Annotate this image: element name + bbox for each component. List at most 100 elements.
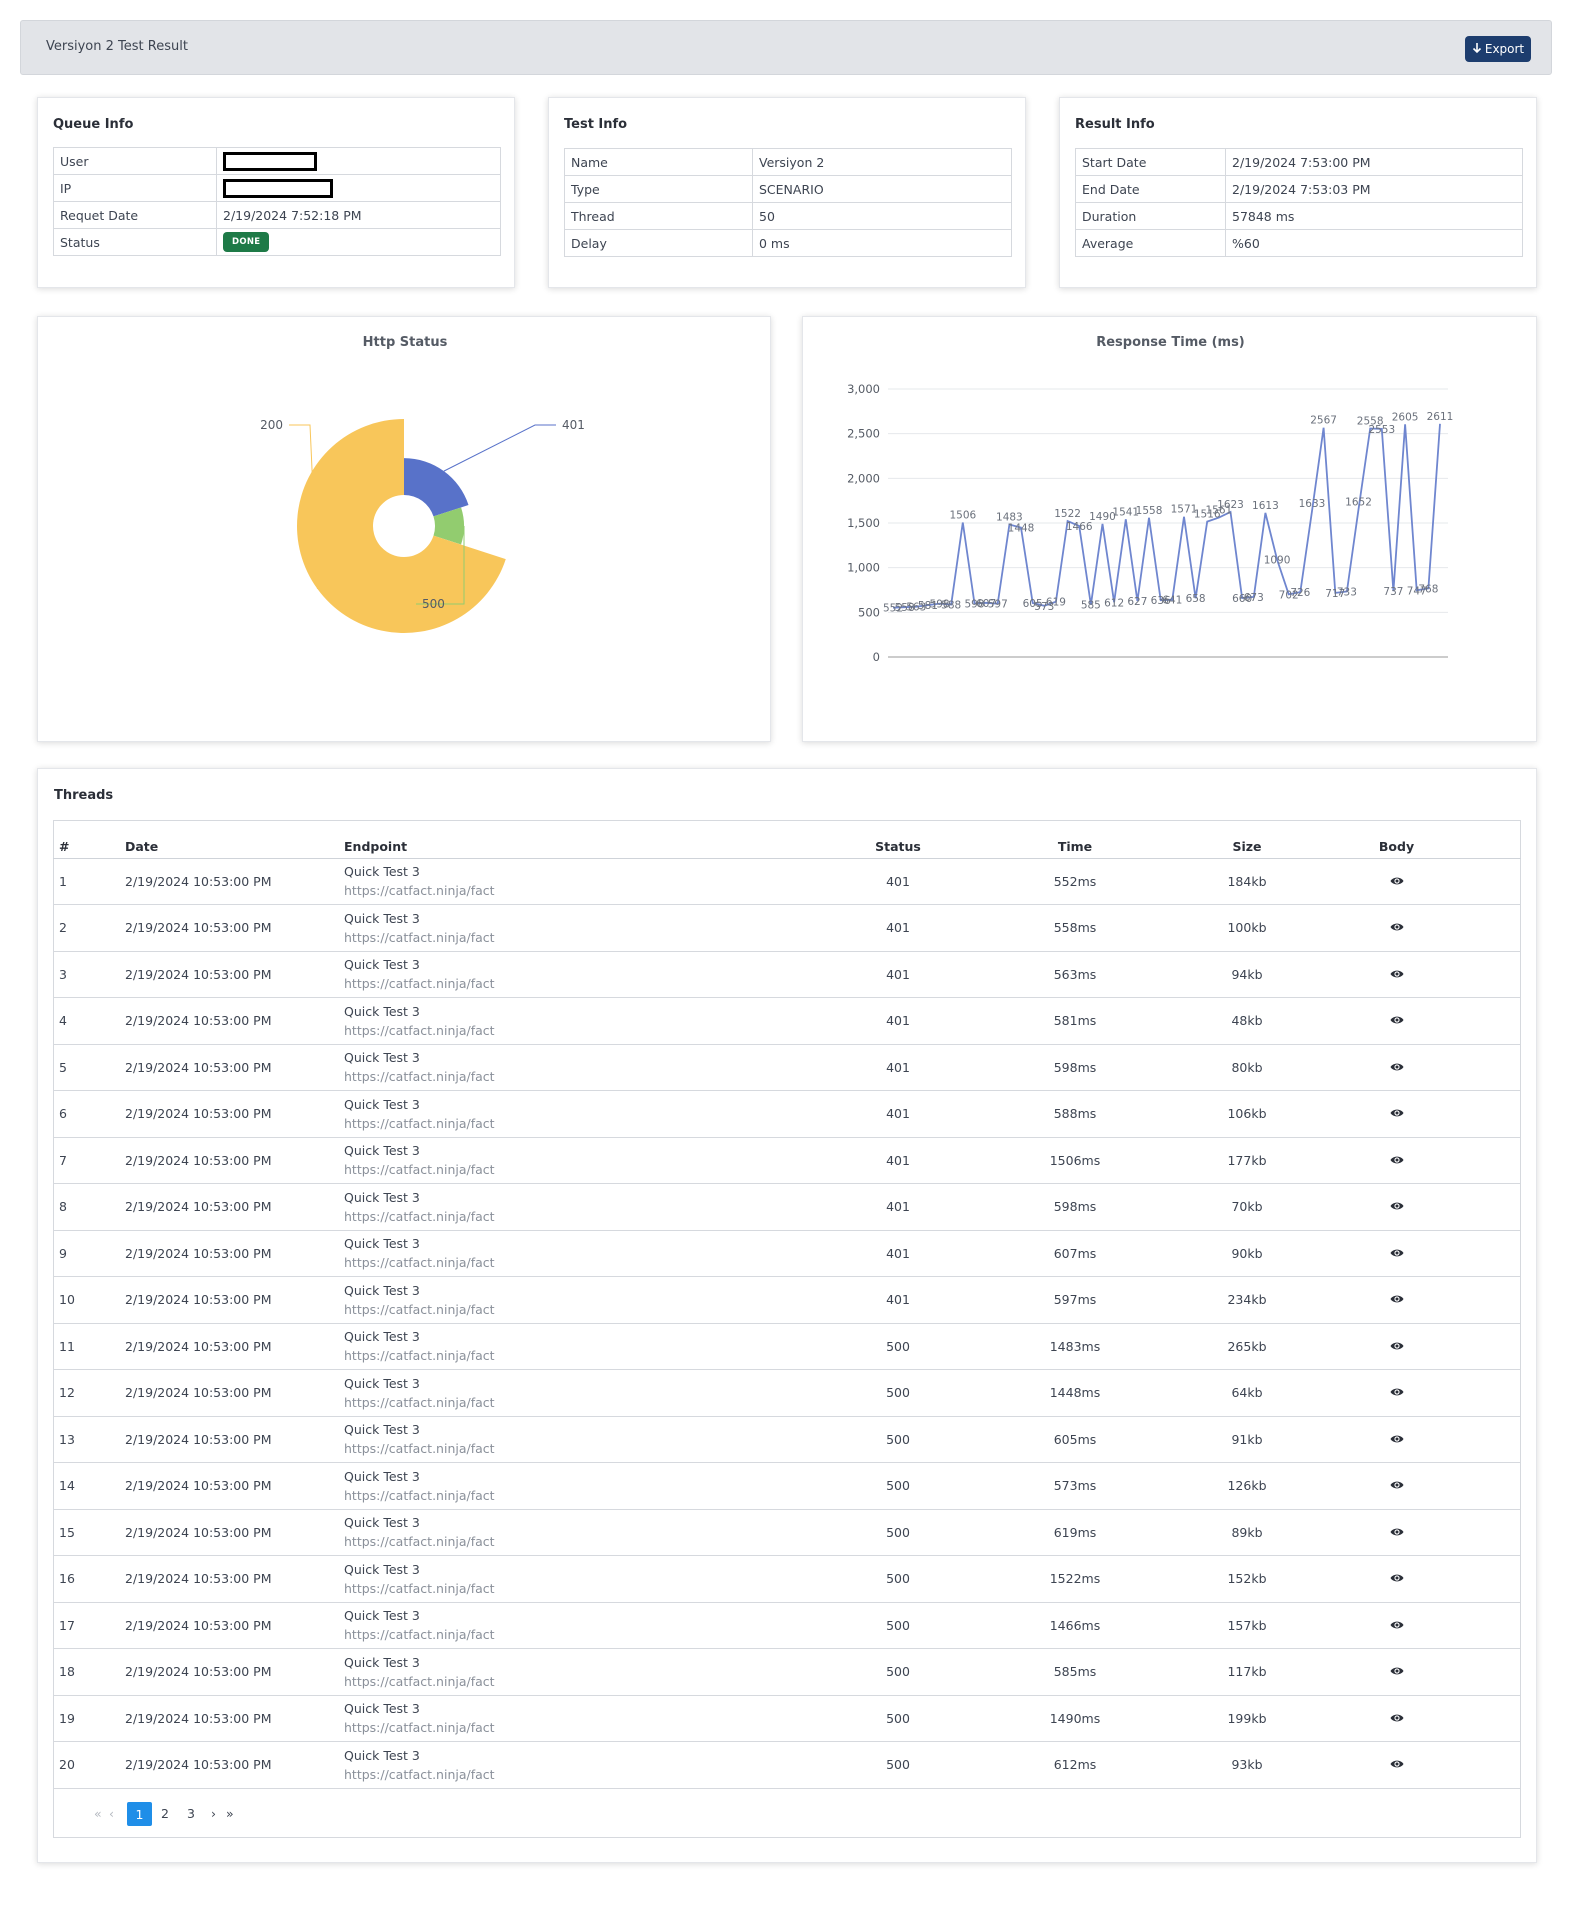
- eye-icon[interactable]: [1390, 1757, 1404, 1772]
- table-row: 6 2/19/2024 10:53:00 PM Quick Test 3 https:…: [53, 1090, 1521, 1138]
- endpoint-url[interactable]: https://catfact.ninja/fact: [344, 1301, 868, 1319]
- table-row: 17 2/19/2024 10:53:00 PM Quick Test 3 https…: [53, 1602, 1521, 1649]
- endpoint-url[interactable]: https://catfact.ninja/fact: [344, 1719, 868, 1737]
- first-page-link[interactable]: «: [94, 1806, 102, 1821]
- status-badge: DONE: [223, 232, 270, 252]
- row-date: 2/19/2024 10:53:00 PM: [125, 1462, 344, 1510]
- eye-icon[interactable]: [1390, 967, 1404, 982]
- endpoint-url[interactable]: https://catfact.ninja/fact: [344, 1440, 868, 1458]
- row-time: 1490ms: [928, 1695, 1222, 1742]
- queue-row-request-date: Requet Date 2/19/2024 7:52:18 PM: [53, 201, 501, 229]
- y-tick-label: 1,500: [847, 516, 880, 530]
- row-body: [1272, 1462, 1521, 1510]
- endpoint-name: Quick Test 3: [344, 1143, 420, 1159]
- row-status: 500: [868, 1323, 928, 1370]
- endpoint-url[interactable]: https://catfact.ninja/fact: [344, 882, 868, 900]
- endpoint-url[interactable]: https://catfact.ninja/fact: [344, 1533, 868, 1551]
- eye-icon[interactable]: [1390, 1246, 1404, 1261]
- prev-page-link[interactable]: ‹: [109, 1806, 114, 1821]
- last-page-link[interactable]: »: [226, 1806, 234, 1821]
- endpoint-name: Quick Test 3: [344, 1189, 420, 1205]
- pie-slice-401[interactable]: [404, 458, 469, 517]
- eye-icon[interactable]: [1390, 1711, 1404, 1726]
- row-body: [1272, 1276, 1521, 1324]
- export-button[interactable]: Export: [1465, 36, 1531, 62]
- endpoint-url[interactable]: https://catfact.ninja/fact: [344, 1115, 868, 1133]
- page-1-link[interactable]: 1: [127, 1802, 152, 1826]
- row-num: 14: [53, 1462, 125, 1510]
- test-row-thread: Thread 50: [564, 202, 1012, 230]
- table-row: 10 2/19/2024 10:53:00 PM Quick Test 3 https…: [53, 1276, 1521, 1324]
- endpoint-url[interactable]: https://catfact.ninja/fact: [344, 1254, 868, 1272]
- arrow-down-icon: [1472, 42, 1482, 57]
- endpoint-name: Quick Test 3: [344, 1608, 420, 1624]
- eye-icon[interactable]: [1390, 920, 1404, 935]
- eye-icon[interactable]: [1390, 1664, 1404, 1679]
- user-label: User: [53, 147, 217, 175]
- endpoint-url[interactable]: https://catfact.ninja/fact: [344, 1626, 868, 1644]
- endpoint-name: Quick Test 3: [344, 1561, 420, 1577]
- endpoint-url[interactable]: https://catfact.ninja/fact: [344, 1487, 868, 1505]
- row-endpoint: Quick Test 3 https://catfact.ninja/fact: [344, 1044, 868, 1091]
- row-size: 48kb: [1222, 997, 1272, 1045]
- thread-label: Thread: [564, 202, 753, 230]
- endpoint-url[interactable]: https://catfact.ninja/fact: [344, 1161, 868, 1179]
- eye-icon[interactable]: [1390, 1060, 1404, 1075]
- endpoint-url[interactable]: https://catfact.ninja/fact: [344, 1208, 868, 1226]
- eye-icon[interactable]: [1390, 1618, 1404, 1633]
- eye-icon[interactable]: [1390, 1106, 1404, 1121]
- eye-icon[interactable]: [1390, 1571, 1404, 1586]
- row-status: 500: [868, 1369, 928, 1417]
- eye-icon[interactable]: [1390, 1432, 1404, 1447]
- request-date-label: Requet Date: [53, 201, 217, 229]
- eye-icon[interactable]: [1390, 874, 1404, 889]
- endpoint-url[interactable]: https://catfact.ninja/fact: [344, 1580, 868, 1598]
- status-value: DONE: [216, 228, 501, 256]
- endpoint-url[interactable]: https://catfact.ninja/fact: [344, 975, 868, 993]
- data-label: 1448: [1008, 523, 1035, 535]
- test-info-title: Test Info: [564, 117, 628, 132]
- row-endpoint: Quick Test 3 https://catfact.ninja/fact: [344, 1555, 868, 1603]
- row-size: 152kb: [1222, 1555, 1272, 1603]
- row-date: 2/19/2024 10:53:00 PM: [125, 1555, 344, 1603]
- row-size: 94kb: [1222, 951, 1272, 998]
- col-endpoint: Endpoint: [344, 820, 868, 859]
- row-body: [1272, 904, 1521, 952]
- y-tick-label: 2,500: [847, 427, 880, 441]
- row-time: 598ms: [928, 1044, 1222, 1091]
- eye-icon[interactable]: [1390, 1385, 1404, 1400]
- page-3-link[interactable]: 3: [187, 1806, 195, 1821]
- eye-icon[interactable]: [1390, 1292, 1404, 1307]
- y-tick-label: 500: [858, 605, 880, 619]
- endpoint-url[interactable]: https://catfact.ninja/fact: [344, 1347, 868, 1365]
- page-2-link[interactable]: 2: [161, 1806, 169, 1821]
- eye-icon[interactable]: [1390, 1153, 1404, 1168]
- eye-icon[interactable]: [1390, 1339, 1404, 1354]
- row-date: 2/19/2024 10:53:00 PM: [125, 1090, 344, 1138]
- threads-header-row: # Date Endpoint Status Time Size Body: [53, 820, 1521, 859]
- pie-slice-200[interactable]: [297, 419, 506, 633]
- endpoint-url[interactable]: https://catfact.ninja/fact: [344, 929, 868, 947]
- eye-icon[interactable]: [1390, 1478, 1404, 1493]
- row-body: [1272, 1369, 1521, 1417]
- ip-label: IP: [53, 174, 217, 202]
- col-size: Size: [1222, 820, 1272, 859]
- endpoint-url[interactable]: https://catfact.ninja/fact: [344, 1766, 868, 1784]
- data-label: 2553: [1368, 424, 1395, 436]
- name-label: Name: [564, 148, 753, 176]
- row-date: 2/19/2024 10:53:00 PM: [125, 1276, 344, 1324]
- next-page-link[interactable]: ›: [211, 1806, 216, 1821]
- eye-icon[interactable]: [1390, 1199, 1404, 1214]
- eye-icon[interactable]: [1390, 1525, 1404, 1540]
- endpoint-url[interactable]: https://catfact.ninja/fact: [344, 1068, 868, 1086]
- endpoint-url[interactable]: https://catfact.ninja/fact: [344, 1673, 868, 1691]
- row-time: 1522ms: [928, 1555, 1222, 1603]
- row-time: 619ms: [928, 1509, 1222, 1556]
- row-num: 10: [53, 1276, 125, 1324]
- endpoint-url[interactable]: https://catfact.ninja/fact: [344, 1394, 868, 1412]
- eye-icon[interactable]: [1390, 1013, 1404, 1028]
- row-endpoint: Quick Test 3 https://catfact.ninja/fact: [344, 1230, 868, 1277]
- endpoint-name: Quick Test 3: [344, 1747, 420, 1763]
- endpoint-url[interactable]: https://catfact.ninja/fact: [344, 1022, 868, 1040]
- http-status-chart: 200 401 500: [260, 418, 585, 633]
